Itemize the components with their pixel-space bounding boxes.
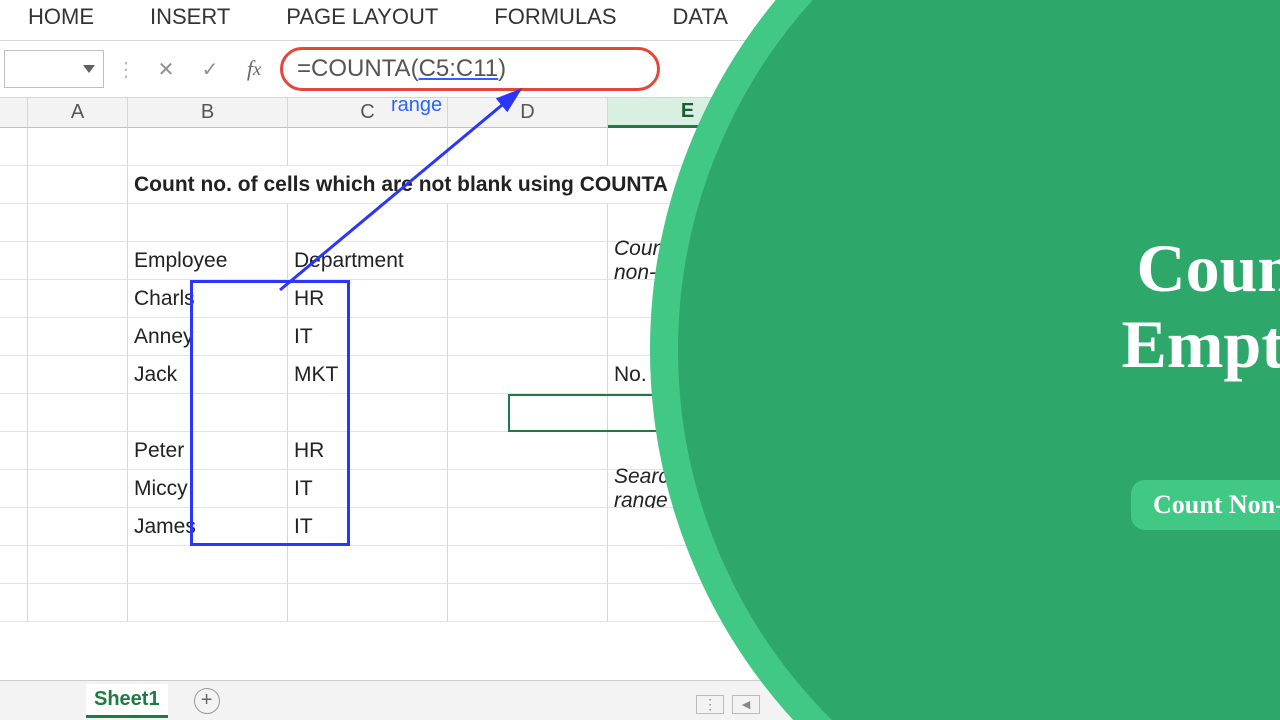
cell-C5[interactable]: HR — [288, 280, 448, 318]
cell-B8[interactable] — [128, 394, 288, 432]
ribbon-tab-pagelayout[interactable]: PAGE LAYOUT — [286, 4, 438, 30]
cell-C9[interactable]: HR — [288, 432, 448, 470]
cell-B5[interactable]: Charls — [128, 280, 288, 318]
chevron-down-icon[interactable] — [83, 65, 95, 73]
ribbon-tab-data[interactable]: DATA — [673, 4, 728, 30]
promo-overlay: Count Non- Empty Cells Excel Count Non-B… — [650, 0, 1280, 720]
cell-B9[interactable]: Peter — [128, 432, 288, 470]
cell-C8[interactable] — [288, 394, 448, 432]
sheet-tab-active[interactable]: Sheet1 — [86, 684, 168, 718]
name-box[interactable] — [4, 50, 104, 88]
scroll-left-icon[interactable]: ◄ — [732, 695, 760, 714]
range-hint-label: range — [391, 94, 442, 117]
cell-C11[interactable]: IT — [288, 508, 448, 546]
add-sheet-button[interactable]: + — [194, 688, 220, 714]
cell-B6[interactable]: Anney — [128, 318, 288, 356]
cell-B10[interactable]: Miccy — [128, 470, 288, 508]
ribbon-tab-home[interactable]: HOME — [28, 4, 94, 30]
table-header-employee: Employee — [128, 242, 288, 280]
col-A[interactable]: A — [28, 98, 128, 128]
fx-icon[interactable]: fx — [236, 51, 272, 87]
cell-B11[interactable]: James — [128, 508, 288, 546]
formula-range-argument: C5:C11 — [419, 55, 499, 83]
col-D[interactable]: D — [448, 98, 608, 128]
col-B[interactable]: B — [128, 98, 288, 128]
row-header[interactable] — [0, 128, 28, 166]
formula-input[interactable]: =COUNTA(C5:C11) range — [280, 47, 660, 91]
scroll-sep-icon: ⋮ — [696, 695, 724, 714]
selectall-corner[interactable] — [0, 98, 28, 128]
ribbon-tab-formulas[interactable]: FORMULAS — [494, 4, 616, 30]
cell-B7[interactable]: Jack — [128, 356, 288, 394]
cell-C6[interactable]: IT — [288, 318, 448, 356]
overlay-subtitle: Count Non-Blank Cells in Excel — [1131, 480, 1280, 530]
cell-C10[interactable]: IT — [288, 470, 448, 508]
cancel-formula-icon[interactable]: ✕ — [148, 51, 184, 87]
horizontal-scroll-controls[interactable]: ⋮ ◄ — [696, 695, 760, 714]
ribbon-tab-insert[interactable]: INSERT — [150, 4, 230, 30]
separator-dots: ⋮ — [116, 57, 136, 82]
table-header-department: Department — [288, 242, 448, 280]
cell-C7[interactable]: MKT — [288, 356, 448, 394]
overlay-title: Count Non- Empty Cells Excel — [1122, 230, 1280, 458]
confirm-formula-icon[interactable]: ✓ — [192, 51, 228, 87]
formula-text-prefix: =COUNTA( — [297, 55, 419, 83]
formula-text-suffix: ) — [498, 55, 506, 83]
